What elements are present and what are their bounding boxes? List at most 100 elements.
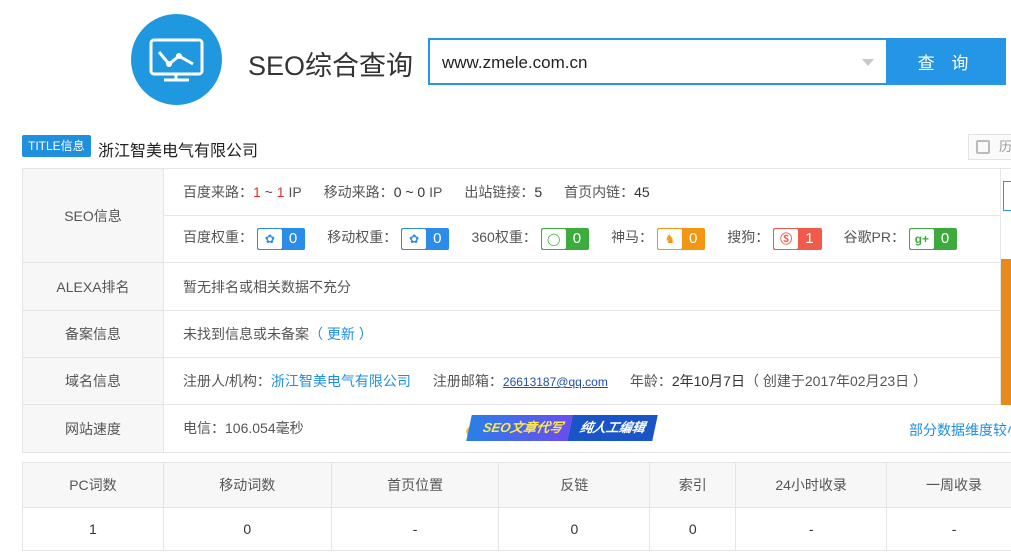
baidu-traffic-unit: IP bbox=[284, 184, 302, 200]
mobile-traffic-unit: IP bbox=[425, 184, 443, 200]
row-content: 注册人/机构：浙江智美电气有限公司 注册邮箱：26613187@qq.com 年… bbox=[164, 358, 1011, 404]
partial-data-link[interactable]: 部分数据维度较小 bbox=[909, 420, 1011, 440]
stats-value-row: 1 0 - 0 0 - - bbox=[22, 507, 1011, 551]
side-banner[interactable] bbox=[1001, 259, 1011, 405]
email-label: 注册邮箱： bbox=[432, 373, 503, 389]
shenma-icon: ♞ bbox=[657, 228, 682, 249]
row-label: 域名信息 bbox=[23, 358, 164, 404]
stats-value-cell: 0 bbox=[649, 507, 737, 551]
360-icon: ◯ bbox=[541, 228, 566, 249]
ad-banner[interactable]: SEO文章代写 纯人工编辑 bbox=[466, 415, 659, 441]
beian-row: 备案信息 未找到信息或未备案 （ 更新 ） bbox=[23, 311, 1011, 358]
baidu-traffic-to: 1 bbox=[276, 184, 285, 200]
age-value: 2年10月7日 bbox=[671, 373, 745, 389]
row-content: 电信：106.054毫秒 SEO文章代写 纯人工编辑 部分数据维度较小 bbox=[164, 405, 1011, 452]
search-input[interactable] bbox=[442, 52, 842, 74]
baidu-traffic: 百度来路：1 ~ 1 IP bbox=[183, 182, 302, 202]
row-label: ALEXA排名 bbox=[23, 263, 164, 310]
mobile-weight-value: 0 bbox=[433, 230, 442, 248]
baidu-weight-badge[interactable]: ✿ 0 bbox=[256, 227, 306, 250]
mobile-weight: 移动权重： ✿ 0 bbox=[327, 227, 450, 250]
sogou-label: 搜狗： bbox=[727, 229, 770, 246]
stats-value-cell: 0 bbox=[498, 507, 651, 551]
google-badge[interactable]: g+ 0 bbox=[908, 227, 958, 250]
outlinks-label: 出站链接： bbox=[464, 184, 535, 200]
chart-monitor-icon bbox=[149, 38, 204, 82]
stats-value-cell: 0 bbox=[162, 507, 332, 551]
mobile-traffic-label: 移动来路： bbox=[323, 184, 394, 200]
sogou-weight: 搜狗： Ⓢ 1 bbox=[727, 227, 822, 250]
shenma-badge[interactable]: ♞ 0 bbox=[656, 227, 706, 250]
domain-row: 域名信息 注册人/机构：浙江智美电气有限公司 注册邮箱：26613187@qq.… bbox=[23, 358, 1011, 405]
baidu-weight-value: 0 bbox=[288, 230, 298, 248]
sogou-badge[interactable]: Ⓢ 1 bbox=[773, 227, 822, 250]
age: 年龄：2年10月7日（ 创建于2017年02月23日 ） bbox=[630, 371, 927, 391]
baidu-traffic-sep: ~ bbox=[260, 184, 277, 200]
registrant: 注册人/机构：浙江智美电气有限公司 bbox=[183, 371, 411, 391]
registrant-label: 注册人/机构： bbox=[183, 373, 271, 389]
side-panel-strip bbox=[1000, 169, 1011, 405]
history-button[interactable]: 历 bbox=[968, 134, 1011, 160]
stats-header-cell: 一周收录 bbox=[886, 462, 1011, 508]
site-logo[interactable] bbox=[131, 14, 222, 105]
stats-header-cell: PC词数 bbox=[22, 462, 164, 508]
email-link[interactable]: 26613187@qq.com bbox=[503, 375, 608, 389]
update-link[interactable]: （ 更新 ） bbox=[309, 324, 373, 344]
stats-table: PC词数 移动词数 首页位置 反链 索引 24小时收录 一周收录 1 0 - 0… bbox=[22, 462, 1011, 551]
baidu-traffic-label: 百度来路： bbox=[183, 184, 253, 200]
stats-header-cell: 索引 bbox=[649, 462, 737, 508]
seo-info-row: SEO信息 百度来路：1 ~ 1 IP 移动来路：0 ~ 0 IP 出站链接：5… bbox=[23, 169, 1011, 263]
stats-header-cell: 移动词数 bbox=[162, 462, 332, 508]
beian-text: 未找到信息或未备案 bbox=[183, 326, 309, 342]
row-label: 备案信息 bbox=[23, 311, 164, 357]
seo-info-table: SEO信息 百度来路：1 ~ 1 IP 移动来路：0 ~ 0 IP 出站链接：5… bbox=[22, 168, 1011, 453]
mobile-traffic-value: 0 ~ 0 bbox=[393, 184, 426, 200]
shenma-value: 0 bbox=[688, 230, 698, 248]
registrant-link[interactable]: 浙江智美电气有限公司 bbox=[271, 373, 411, 389]
google-value: 0 bbox=[940, 230, 950, 248]
search-box bbox=[428, 38, 888, 85]
stats-value-cell: 1 bbox=[22, 507, 164, 551]
title-info-badge: TITLE信息 bbox=[22, 135, 91, 157]
stats-header-cell: 反链 bbox=[498, 462, 651, 508]
stats-header-cell: 首页位置 bbox=[330, 462, 500, 508]
w360-weight: 360权重： ◯ 0 bbox=[471, 227, 590, 250]
page-title: SEO综合查询 bbox=[248, 51, 414, 81]
stats-value-cell: - bbox=[735, 507, 888, 551]
outlinks: 出站链接：5 bbox=[464, 182, 542, 202]
row-label: SEO信息 bbox=[23, 169, 164, 262]
row-content: 未找到信息或未备案 （ 更新 ） bbox=[164, 311, 1011, 357]
row-label: 网站速度 bbox=[23, 405, 164, 452]
stats-header-row: PC词数 移动词数 首页位置 反链 索引 24小时收录 一周收录 bbox=[22, 462, 1011, 508]
baidu-paw-icon: ✿ bbox=[402, 228, 427, 249]
homepage-links-value: 45 bbox=[634, 184, 650, 200]
traffic-line: 百度来路：1 ~ 1 IP 移动来路：0 ~ 0 IP 出站链接：5 首页内链：… bbox=[164, 169, 1011, 215]
w360-badge[interactable]: ◯ 0 bbox=[540, 227, 590, 250]
stats-value-cell: - bbox=[330, 507, 500, 551]
alexa-text: 暂无排名或相关数据不充分 bbox=[183, 278, 351, 295]
ad-part1: SEO文章代写 bbox=[466, 415, 574, 441]
email: 注册邮箱：26613187@qq.com bbox=[433, 371, 608, 391]
baidu-traffic-from: 1 bbox=[253, 184, 261, 200]
homepage-links-label: 首页内链： bbox=[564, 184, 635, 200]
shenma-label: 神马： bbox=[611, 229, 654, 246]
row-content: 暂无排名或相关数据不充分 bbox=[164, 263, 1011, 310]
shenma-weight: 神马： ♞ 0 bbox=[611, 227, 706, 250]
baidu-paw-icon: ✿ bbox=[257, 228, 282, 249]
sogou-value: 1 bbox=[805, 230, 814, 248]
age-label: 年龄： bbox=[629, 373, 672, 389]
stats-header-cell: 24小时收录 bbox=[735, 462, 888, 508]
w360-value: 0 bbox=[572, 230, 582, 248]
google-pr: 谷歌PR： g+ 0 bbox=[843, 227, 958, 250]
google-label: 谷歌PR： bbox=[843, 229, 905, 246]
history-label: 历 bbox=[999, 139, 1011, 154]
outlinks-value: 5 bbox=[534, 184, 543, 200]
mobile-weight-badge[interactable]: ✿ 0 bbox=[401, 227, 450, 250]
site-title-text: 浙江智美电气有限公司 bbox=[98, 143, 259, 160]
history-icon bbox=[976, 140, 990, 154]
chevron-down-icon[interactable] bbox=[862, 59, 874, 66]
search-button[interactable]: 查 询 bbox=[886, 38, 1006, 85]
side-tab[interactable] bbox=[1003, 181, 1011, 211]
baidu-weight: 百度权重： ✿ 0 bbox=[183, 227, 306, 250]
ad-part2: 纯人工编辑 bbox=[567, 415, 659, 441]
